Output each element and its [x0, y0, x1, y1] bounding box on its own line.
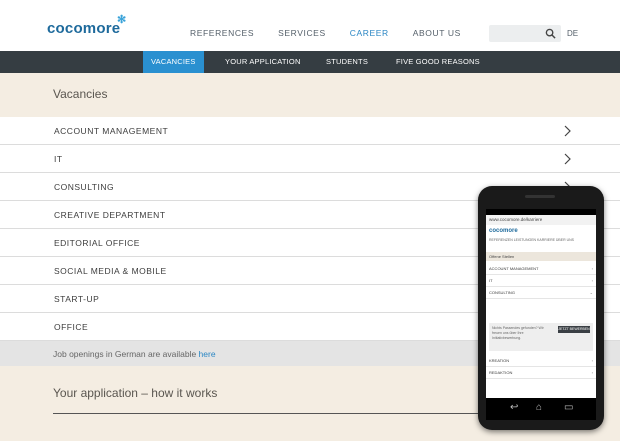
cocomore-logo[interactable]: cocomore ✻ — [47, 14, 126, 37]
application-title: Your application – how it works — [53, 386, 218, 400]
phone-row-label: CONSULTING — [489, 290, 515, 295]
phone-row: KREATION › — [486, 355, 596, 367]
phone-initiative-box: Nichts Passendes gefunden? Wir freuen un… — [489, 323, 593, 351]
phone-row: CONSULTING ⌄ — [486, 287, 596, 299]
vacancies-title: Vacancies — [53, 87, 108, 101]
vacancy-label: EDITORIAL OFFICE — [54, 238, 140, 248]
subnav-five-good-reasons[interactable]: FIVE GOOD REASONS — [396, 51, 480, 73]
vacancy-label: ACCOUNT MANAGEMENT — [54, 126, 169, 136]
vacancy-label: START-UP — [54, 294, 100, 304]
vacancy-label: CREATIVE DEPARTMENT — [54, 210, 166, 220]
back-icon: ↩ — [510, 402, 519, 413]
logo-star-icon: ✻ — [117, 14, 127, 26]
logo-text: cocomore — [47, 20, 121, 37]
nav-career[interactable]: CAREER — [350, 28, 389, 38]
vacancy-label: SOCIAL MEDIA & MOBILE — [54, 266, 167, 276]
phone-row-label: IT — [489, 278, 493, 283]
nav-references[interactable]: REFERENCES — [190, 28, 254, 38]
nav-services[interactable]: SERVICES — [278, 28, 326, 38]
phone-nav: REFERENZEN LEISTUNGEN KARRIERE ÜBER UNS — [489, 238, 574, 242]
vacancy-label: OFFICE — [54, 322, 89, 332]
job-openings-text: Job openings in German are available her… — [53, 349, 216, 359]
chevron-right-icon: › — [591, 278, 593, 283]
phone-row-label: ACCOUNT MANAGEMENT — [489, 266, 539, 271]
vacancy-row-account-management[interactable]: ACCOUNT MANAGEMENT — [0, 117, 620, 145]
phone-mockup: www.cocomore.de/karriere cocomore REFERE… — [478, 186, 604, 430]
job-openings-label: Job openings in German are available — [53, 349, 199, 359]
language-switch[interactable]: DE — [567, 29, 578, 38]
search-input[interactable] — [489, 25, 561, 42]
sub-nav: VACANCIES YOUR APPLICATION STUDENTS FIVE… — [0, 51, 620, 73]
main-nav: REFERENCES SERVICES CAREER ABOUT US — [190, 28, 485, 38]
chevron-down-icon: ⌄ — [589, 290, 593, 295]
vacancy-label: CONSULTING — [54, 182, 115, 192]
subnav-your-application[interactable]: YOUR APPLICATION — [225, 51, 301, 73]
chevron-right-icon — [564, 153, 571, 165]
chevron-right-icon — [564, 125, 571, 137]
phone-row-label: REDAKTION — [489, 370, 513, 375]
phone-row-label: KREATION — [489, 358, 510, 363]
phone-logo: cocomore — [489, 228, 518, 234]
nav-about-us[interactable]: ABOUT US — [413, 28, 461, 38]
recent-apps-icon: ▭ — [564, 402, 574, 413]
phone-row: IT › — [486, 275, 596, 287]
chevron-right-icon: › — [591, 266, 593, 271]
phone-rows-top: ACCOUNT MANAGEMENT › IT › CONSULTING ⌄ — [486, 263, 596, 299]
phone-screen: www.cocomore.de/karriere cocomore REFERE… — [486, 215, 596, 398]
home-icon: ⌂ — [536, 402, 543, 413]
vacancy-label: IT — [54, 154, 63, 164]
phone-row: ACCOUNT MANAGEMENT › — [486, 263, 596, 275]
vacancy-row-it[interactable]: IT — [0, 145, 620, 173]
phone-row: REDAKTION › — [486, 367, 596, 379]
phone-heading: Offene Stellen — [486, 252, 596, 261]
site-header: cocomore ✻ REFERENCES SERVICES CAREER AB… — [0, 0, 620, 51]
phone-speaker — [525, 195, 555, 198]
phone-rows-bottom: KREATION › REDAKTION › — [486, 355, 596, 379]
chevron-right-icon: › — [591, 370, 593, 375]
subnav-vacancies[interactable]: VACANCIES — [143, 51, 204, 73]
phone-box-button: JETZT BEWERBEN — [558, 326, 590, 333]
phone-box-text: Nichts Passendes gefunden? Wir freuen un… — [492, 326, 544, 340]
chevron-right-icon: › — [591, 358, 593, 363]
search-icon[interactable] — [545, 28, 556, 39]
subnav-students[interactable]: STUDENTS — [326, 51, 368, 73]
phone-url-bar: www.cocomore.de/karriere — [486, 215, 596, 225]
phone-nav-bar: ↩ ⌂ ▭ — [486, 398, 596, 420]
job-openings-link[interactable]: here — [199, 349, 216, 359]
